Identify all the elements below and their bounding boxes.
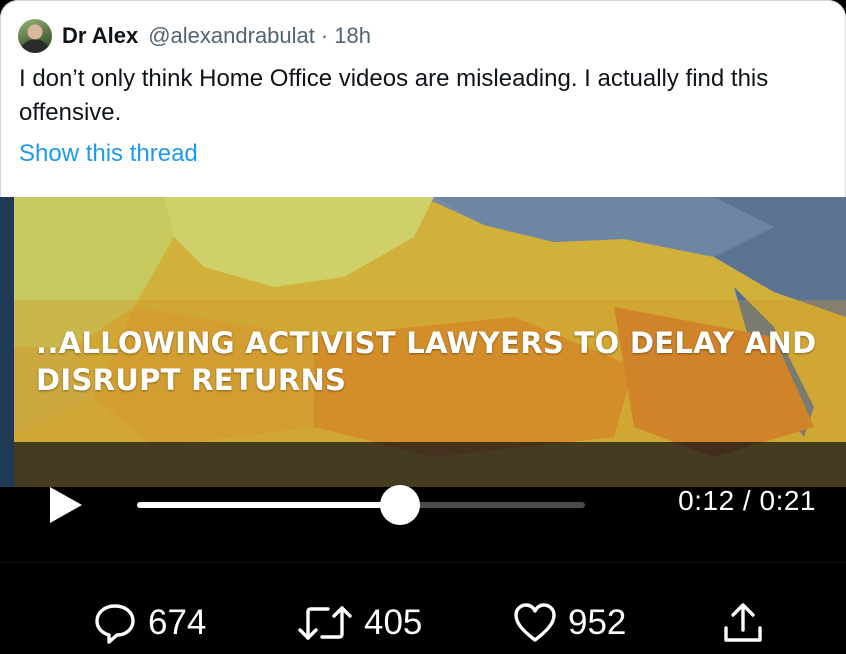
avatar[interactable]	[18, 19, 52, 53]
frame-edge	[0, 197, 14, 487]
lower-band	[14, 442, 846, 487]
progress-track[interactable]	[137, 485, 585, 525]
tweet-header: Dr Alex @alexandrabulat · 18h	[18, 16, 371, 56]
show-thread-link[interactable]: Show this thread	[19, 140, 198, 168]
video-player[interactable]: ..ALLOWING ACTIVIST LAWYERS TO DELAY AND…	[0, 197, 846, 562]
separator: ·	[320, 23, 329, 48]
reply-icon	[95, 604, 135, 644]
like-count: 952	[568, 603, 627, 642]
heart-icon	[514, 603, 556, 642]
tweet-text: I don’t only think Home Office videos ar…	[19, 65, 769, 126]
action-bar: 674 405 952	[0, 562, 846, 654]
author-name[interactable]: Dr Alex	[62, 23, 138, 49]
progress-fill	[137, 502, 401, 508]
retweet-button[interactable]: 405	[296, 599, 422, 647]
retweet-icon	[298, 606, 352, 640]
share-button[interactable]	[720, 599, 776, 647]
like-button[interactable]: 952	[512, 599, 626, 647]
reply-count: 674	[148, 603, 207, 642]
tweet-card: Dr Alex @alexandrabulat · 18h I don’t on…	[0, 0, 846, 197]
share-icon	[724, 603, 762, 642]
video-caption: ..ALLOWING ACTIVIST LAWYERS TO DELAY AND…	[36, 326, 817, 397]
timestamp[interactable]: 18h	[334, 23, 371, 49]
reply-button[interactable]: 674	[92, 599, 206, 647]
time-readout: 0:12 / 0:21	[678, 485, 816, 516]
retweet-count: 405	[364, 603, 423, 642]
author-handle[interactable]: @alexandrabulat	[148, 23, 315, 49]
play-button[interactable]	[46, 485, 86, 525]
play-icon	[50, 487, 82, 523]
